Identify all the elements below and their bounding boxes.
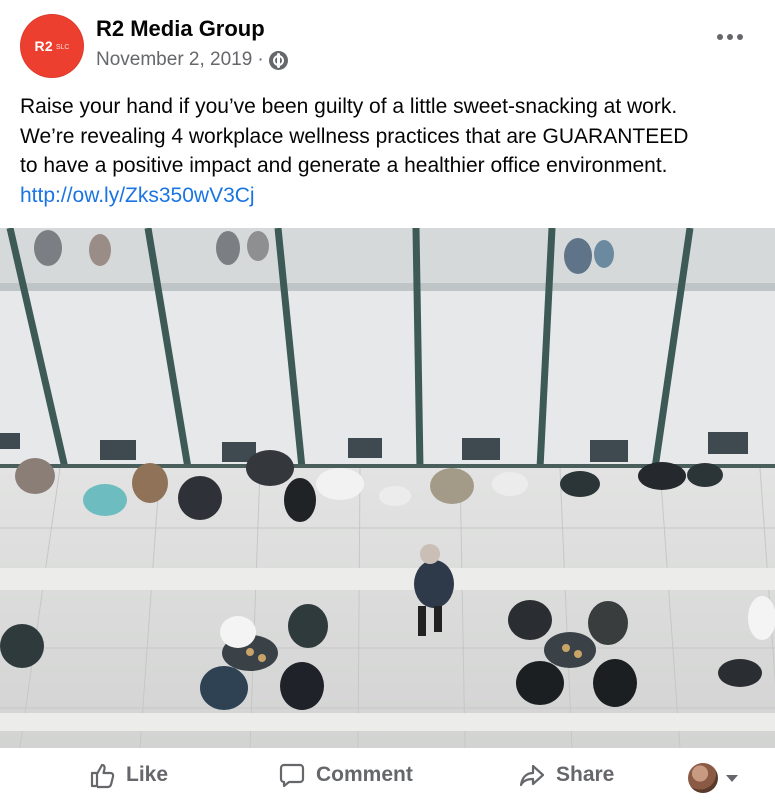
share-arrow-icon: [519, 764, 545, 787]
post-text-line: Raise your hand if you’ve been guilty of…: [20, 95, 678, 118]
comment-bubble-icon: [279, 763, 305, 788]
thumbs-up-icon: [90, 763, 115, 789]
reaction-identity-selector[interactable]: [688, 763, 738, 793]
page-avatar[interactable]: R2 SLC: [20, 14, 84, 78]
post-text: Raise your hand if you’ve been guilty of…: [20, 92, 765, 210]
post-meta: November 2, 2019 ·: [96, 49, 288, 71]
user-avatar: [688, 763, 718, 793]
globe-icon: [268, 50, 288, 70]
like-label: Like: [126, 763, 169, 786]
post-action-bar: Like Comment Share: [0, 750, 775, 800]
meta-separator: ·: [257, 49, 264, 70]
page-name[interactable]: R2 Media Group: [96, 16, 265, 42]
comment-label: Comment: [316, 763, 413, 786]
comment-button[interactable]: Comment: [278, 758, 413, 792]
post-link[interactable]: http://ow.ly/Zks350wV3Cj: [20, 181, 765, 211]
post-date[interactable]: November 2, 2019: [96, 49, 252, 71]
office-cafe-photo: [0, 228, 775, 748]
avatar-logo-text: R2: [34, 38, 53, 54]
post-header: R2 SLC R2 Media Group November 2, 2019 ·: [0, 0, 775, 90]
post-text-line: We’re revealing 4 workplace wellness pra…: [20, 124, 689, 148]
post-image[interactable]: [0, 228, 775, 748]
share-button[interactable]: Share: [518, 758, 614, 792]
share-label: Share: [556, 763, 615, 786]
more-options-icon: [717, 34, 723, 40]
post-text-line: to have a positive impact and generate a…: [20, 154, 668, 177]
more-options-button[interactable]: [715, 28, 745, 46]
like-button[interactable]: Like: [88, 758, 168, 792]
avatar-logo-subtext: SLC: [55, 44, 70, 51]
chevron-down-icon: [726, 774, 738, 782]
